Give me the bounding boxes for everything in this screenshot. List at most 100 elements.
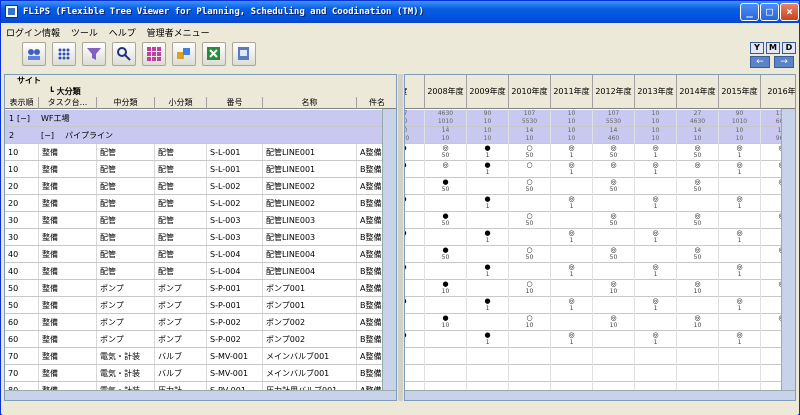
group-row[interactable]: 2 [−] パイプライン	[5, 127, 396, 144]
schedule-cell[interactable]: ◎ 1	[719, 297, 761, 314]
schedule-cell[interactable]: ●	[405, 331, 425, 348]
schedule-cell[interactable]	[405, 348, 425, 365]
year-header-cell[interactable]: 2008年度	[425, 75, 467, 109]
schedule-cell[interactable]	[551, 212, 593, 229]
schedule-cell[interactable]: ○ 50	[509, 212, 551, 229]
schedule-cell[interactable]: ◎ 1	[719, 331, 761, 348]
scroll-right-button[interactable]: →	[774, 56, 794, 68]
objects-button[interactable]	[172, 42, 196, 66]
schedule-cell[interactable]	[509, 195, 551, 212]
schedule-cell[interactable]	[593, 331, 635, 348]
schedule-cell[interactable]	[677, 263, 719, 280]
schedule-cell[interactable]	[593, 348, 635, 365]
schedule-cell[interactable]	[509, 348, 551, 365]
year-header-cell[interactable]: 2013年度	[635, 75, 677, 109]
schedule-cell[interactable]	[593, 263, 635, 280]
schedule-cell[interactable]: ◎ 1	[635, 263, 677, 280]
col-name[interactable]: 名称	[263, 97, 357, 109]
year-header-cell[interactable]: 2015年度	[719, 75, 761, 109]
schedule-cell[interactable]: ●	[405, 229, 425, 246]
schedule-cell[interactable]	[635, 212, 677, 229]
col-task[interactable]: タスク台...	[39, 97, 97, 109]
table-row[interactable]: 60 整備 ポンプ ポンプ S-P-002 ポンプ002 B整備	[5, 331, 396, 348]
table-row[interactable]: 70 整備 電気・計装 バルブ S-MV-001 メインバルブ001 A整備	[5, 348, 396, 365]
excel-export-button[interactable]	[202, 42, 226, 66]
schedule-cell[interactable]: ◎ 1	[719, 161, 761, 178]
schedule-cell[interactable]	[635, 314, 677, 331]
year-header-cell[interactable]: 2011年度	[551, 75, 593, 109]
schedule-cell[interactable]	[425, 331, 467, 348]
schedule-cell[interactable]: ◎ 50	[593, 144, 635, 161]
schedule-cell[interactable]	[719, 365, 761, 382]
schedule-cell[interactable]: ● 10	[425, 314, 467, 331]
schedule-cell[interactable]	[405, 178, 425, 195]
year-header-cell[interactable]: 2014年度	[677, 75, 719, 109]
schedule-cell[interactable]: ◎ 50	[425, 144, 467, 161]
right-horizontal-scrollbar[interactable]	[405, 390, 795, 400]
schedule-cell[interactable]	[635, 280, 677, 297]
schedule-cell[interactable]	[405, 280, 425, 297]
schedule-cell[interactable]	[405, 365, 425, 382]
schedule-cell[interactable]: ● 50	[425, 246, 467, 263]
close-button[interactable]: ×	[780, 3, 799, 21]
maximize-button[interactable]: □	[760, 3, 779, 21]
schedule-cell[interactable]: ● 10	[425, 280, 467, 297]
table-row[interactable]: 20 整備 配管 配管 S-L-002 配管LINE002 A整備	[5, 178, 396, 195]
table-row[interactable]: 30 整備 配管 配管 S-L-003 配管LINE003 A整備	[5, 212, 396, 229]
schedule-cell[interactable]: ◎ 1	[635, 144, 677, 161]
schedule-cell[interactable]: ◎ 50	[677, 212, 719, 229]
schedule-cell[interactable]: ◎	[677, 161, 719, 178]
schedule-cell[interactable]	[509, 331, 551, 348]
schedule-cell[interactable]	[677, 365, 719, 382]
schedule-cell[interactable]: ● 1	[467, 144, 509, 161]
table-row[interactable]: 50 整備 ポンプ ポンプ S-P-001 ポンプ001 B整備	[5, 297, 396, 314]
schedule-cell[interactable]: ◎ 10	[593, 314, 635, 331]
schedule-cell[interactable]	[635, 348, 677, 365]
schedule-cell[interactable]	[405, 246, 425, 263]
schedule-cell[interactable]	[677, 348, 719, 365]
schedule-cell[interactable]: ◎ 10	[677, 280, 719, 297]
schedule-cell[interactable]: ●	[405, 144, 425, 161]
year-view-button[interactable]: Y	[750, 42, 764, 54]
schedule-cell[interactable]	[551, 280, 593, 297]
table-row[interactable]: 10 整備 配管 配管 S-L-001 配管LINE001 B整備	[5, 161, 396, 178]
schedule-cell[interactable]	[719, 178, 761, 195]
col-subject[interactable]: 件名	[357, 97, 396, 109]
schedule-cell[interactable]: ◎ 1	[551, 144, 593, 161]
schedule-cell[interactable]	[467, 365, 509, 382]
schedule-cell[interactable]: ●	[405, 195, 425, 212]
schedule-cell[interactable]	[425, 365, 467, 382]
scroll-left-button[interactable]: ←	[750, 56, 770, 68]
menu-login-info[interactable]: ログイン情報	[2, 23, 64, 39]
schedule-cell[interactable]: ◎ 1	[551, 263, 593, 280]
minimize-button[interactable]: _	[740, 3, 759, 21]
right-vertical-scrollbar[interactable]	[781, 109, 795, 390]
table-row[interactable]: 60 整備 ポンプ ポンプ S-P-002 ポンプ002 A整備	[5, 314, 396, 331]
year-header-cell[interactable]: 2010年度	[509, 75, 551, 109]
schedule-cell[interactable]	[467, 314, 509, 331]
left-horizontal-scrollbar[interactable]	[5, 390, 396, 400]
table-row[interactable]: 30 整備 配管 配管 S-L-003 配管LINE003 B整備	[5, 229, 396, 246]
schedule-cell[interactable]	[425, 195, 467, 212]
year-header-cell[interactable]: 2009年度	[467, 75, 509, 109]
schedule-cell[interactable]: ● 1	[467, 263, 509, 280]
schedule-cell[interactable]: ◎ 1	[635, 297, 677, 314]
col-order[interactable]: 表示順	[5, 97, 39, 109]
col-sub-category[interactable]: 小分類	[155, 97, 207, 109]
schedule-cell[interactable]	[425, 263, 467, 280]
schedule-cell[interactable]: ◎	[593, 161, 635, 178]
schedule-cell[interactable]: ● 1	[467, 229, 509, 246]
schedule-cell[interactable]: ◎ 1	[635, 331, 677, 348]
schedule-cell[interactable]	[467, 246, 509, 263]
schedule-cell[interactable]: ◎ 1	[635, 195, 677, 212]
schedule-cell[interactable]: ◎ 1	[551, 195, 593, 212]
schedule-cell[interactable]	[551, 314, 593, 331]
schedule-cell[interactable]	[405, 212, 425, 229]
schedule-cell[interactable]: ● 1	[467, 161, 509, 178]
schedule-cell[interactable]: ◎ 1	[719, 195, 761, 212]
schedule-cell[interactable]: ◎ 50	[677, 178, 719, 195]
schedule-cell[interactable]	[467, 280, 509, 297]
schedule-cell[interactable]: ◎ 1	[551, 297, 593, 314]
group-toggle[interactable]: [−]	[41, 127, 54, 143]
schedule-cell[interactable]: ◎ 1	[719, 229, 761, 246]
